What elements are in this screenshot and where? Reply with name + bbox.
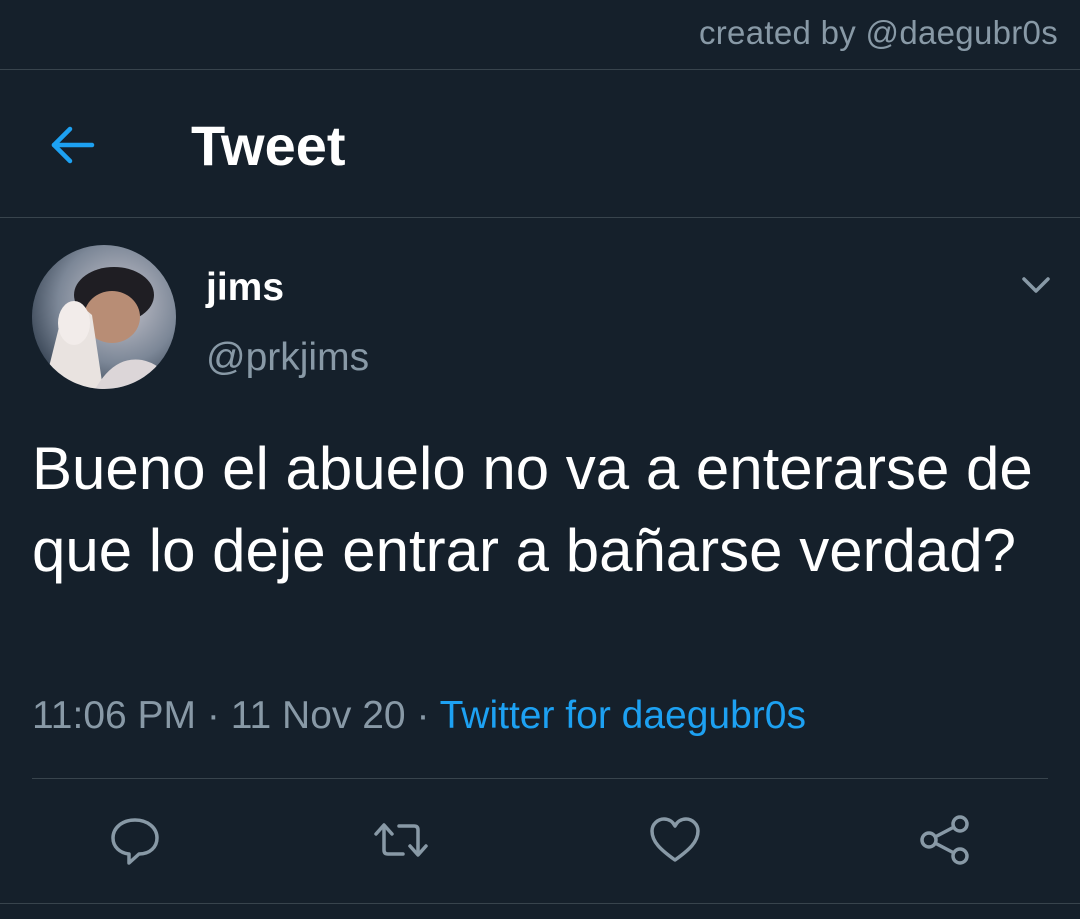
back-button[interactable] [48,120,98,170]
arrow-left-icon [51,126,95,164]
tweet-menu-button[interactable] [1018,270,1054,300]
retweet-icon [374,823,428,857]
tweet-time: 11:06 PM [32,694,197,737]
meta-separator: · [206,694,220,737]
credit-text: created by @daegubr0s [698,14,1058,51]
speech-bubble-icon [111,818,159,865]
tweet-text: Bueno el abuelo no va a enterarse de que… [32,435,1033,584]
share-button[interactable] [917,812,973,868]
tweet-date: 11 Nov 20 [230,694,406,737]
heart-icon [650,817,700,862]
meta-separator: · [416,694,430,737]
actions-divider [32,778,1048,779]
like-button[interactable] [647,812,703,868]
bottom-divider [0,903,1080,904]
tweet-source-link[interactable]: Twitter for daegubr0s [440,694,806,737]
tweet-meta: 11:06 PM · 11 Nov 20 · Twitter for daegu… [32,694,806,738]
avatar[interactable] [32,245,176,389]
share-icon [920,815,969,865]
avatar-image [32,245,176,389]
reply-button[interactable] [107,812,163,868]
page-title: Tweet [191,114,346,177]
header-divider [0,217,1080,218]
top-divider [0,69,1080,70]
display-name[interactable]: jims [206,266,284,310]
chevron-down-icon [1022,277,1050,293]
retweet-button[interactable] [373,812,429,868]
user-handle[interactable]: @prkjims [206,336,369,380]
